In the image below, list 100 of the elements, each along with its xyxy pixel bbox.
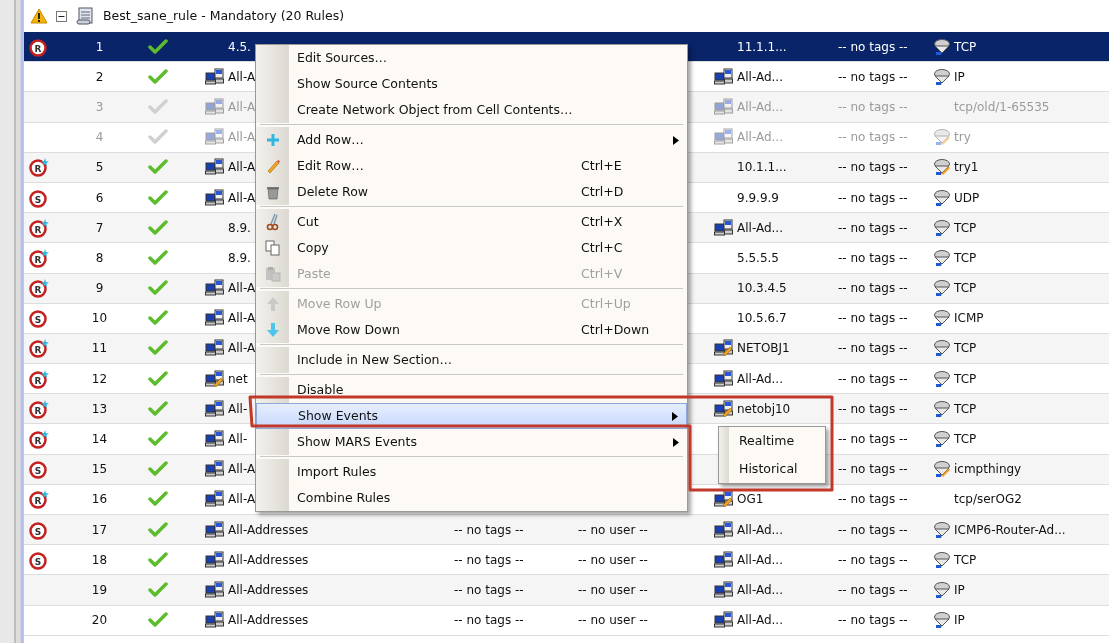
rule-action-icon: S <box>28 519 50 540</box>
tags-text: -- no tags -- <box>454 521 524 539</box>
rule-number: 7 <box>95 219 104 237</box>
destination-address: All-Ad... <box>737 581 783 599</box>
tags-text: -- no tags -- <box>838 340 908 358</box>
rule-action-icon: R <box>28 429 50 450</box>
rule-number: 12 <box>91 370 108 388</box>
tags-text: -- no tags -- <box>454 612 524 630</box>
source-address: 4.5. <box>228 38 251 56</box>
destination-address: OG1 <box>737 491 764 509</box>
service-name: UDP <box>954 189 980 207</box>
rule-number: 15 <box>91 461 108 479</box>
source-address: All-A <box>228 129 256 147</box>
tags-text: -- no tags -- <box>838 310 908 328</box>
destination-address: 11.1.1... <box>737 38 787 56</box>
source-address: All-Addresses <box>228 551 309 569</box>
source-address: All-Addresses <box>228 521 309 539</box>
rule-action-icon: R <box>28 398 50 419</box>
service-name: TCP <box>954 38 977 56</box>
destination-address: 10.3.4.5 <box>737 280 787 298</box>
rule-action-icon: S <box>28 549 50 570</box>
user-text: -- no user -- <box>578 612 648 630</box>
rule-number: 19 <box>91 581 108 599</box>
destination-address: All-Ad... <box>737 219 783 237</box>
rule-action-icon: R <box>28 338 50 359</box>
destination-address: 10.5.6.7 <box>737 310 787 328</box>
user-text: -- no user -- <box>578 521 648 539</box>
tags-text: -- no tags -- <box>838 551 908 569</box>
tags-text: -- no tags -- <box>838 189 908 207</box>
rule-action-icon: R <box>28 489 50 510</box>
rule-number: 20 <box>91 612 108 630</box>
service-name: TCP <box>954 431 977 449</box>
shortcut-text: Ctrl+Down <box>581 321 650 337</box>
rule-number: 11 <box>91 340 108 358</box>
destination-address: 9.9.9.9 <box>737 189 779 207</box>
shortcut-text: Ctrl+E <box>581 157 622 173</box>
source-address: All-Addresses <box>228 581 309 599</box>
tags-text: -- no tags -- <box>838 521 908 539</box>
source-address: All-A <box>228 340 256 358</box>
rule-number: 9 <box>95 280 104 298</box>
service-name: TCP <box>954 340 977 358</box>
service-name: IP <box>954 68 965 86</box>
source-address: All-A <box>228 491 256 509</box>
source-address: All-A <box>228 280 256 298</box>
rule-action-icon: R <box>28 368 50 389</box>
rule-number: 14 <box>91 431 108 449</box>
service-name: TCP <box>954 551 977 569</box>
destination-address: 5.5.5.5 <box>737 249 779 267</box>
source-address: All-A <box>228 189 256 207</box>
tags-text: -- no tags -- <box>838 370 908 388</box>
service-name: ICMP <box>954 310 984 328</box>
tags-text: -- no tags -- <box>838 431 908 449</box>
user-text: -- no user -- <box>578 551 648 569</box>
tags-text: -- no tags -- <box>838 249 908 267</box>
service-name: TCP <box>954 219 977 237</box>
rule-number: 10 <box>91 310 108 328</box>
rule-action-icon: S <box>28 187 50 208</box>
service-name: try <box>954 129 971 147</box>
rule-number: 16 <box>91 491 108 509</box>
source-address: All-Addresses <box>228 612 309 630</box>
rule-number: 13 <box>91 400 108 418</box>
rule-action-icon: R <box>28 157 50 178</box>
source-address: All-A <box>228 68 256 86</box>
rule-number: 1 <box>95 38 104 56</box>
source-address: All- <box>228 400 248 418</box>
destination-address: All-Ad... <box>737 98 783 116</box>
rule-action-icon: R <box>28 217 50 238</box>
rule-action-icon: R <box>28 278 50 299</box>
source-address: All-A <box>228 159 256 177</box>
tags-text: -- no tags -- <box>454 551 524 569</box>
rule-action-icon: S <box>28 308 50 329</box>
service-name: tcp/serOG2 <box>954 491 1022 509</box>
service-name: TCP <box>954 370 977 388</box>
destination-address: 10.1.1... <box>737 159 787 177</box>
tags-text: -- no tags -- <box>838 461 908 479</box>
shortcut-text: Ctrl+X <box>581 213 623 229</box>
tags-text: -- no tags -- <box>838 491 908 509</box>
rule-number: 4 <box>95 129 104 147</box>
destination-address: All-Ad... <box>737 68 783 86</box>
rule-action-icon: R <box>28 247 50 268</box>
service-name: TCP <box>954 400 977 418</box>
tags-text: -- no tags -- <box>838 98 908 116</box>
rule-number: 8 <box>95 249 104 267</box>
source-address: 8.9. <box>228 249 251 267</box>
tags-text: -- no tags -- <box>838 581 908 599</box>
source-address: net <box>228 370 248 388</box>
destination-address: All-Ad... <box>737 612 783 630</box>
rule-action-icon: S <box>28 459 50 480</box>
tags-text: -- no tags -- <box>838 159 908 177</box>
user-text: -- no user -- <box>578 581 648 599</box>
source-address: All-A <box>228 310 256 328</box>
tags-text: -- no tags -- <box>838 219 908 237</box>
source-address: 8.9. <box>228 219 251 237</box>
tags-text: -- no tags -- <box>838 68 908 86</box>
rule-number: 17 <box>91 521 108 539</box>
service-name: IP <box>954 581 965 599</box>
source-address: All- <box>228 431 248 449</box>
rule-number: 2 <box>95 68 104 86</box>
destination-address: All-Ad... <box>737 551 783 569</box>
service-name: TCP <box>954 249 977 267</box>
